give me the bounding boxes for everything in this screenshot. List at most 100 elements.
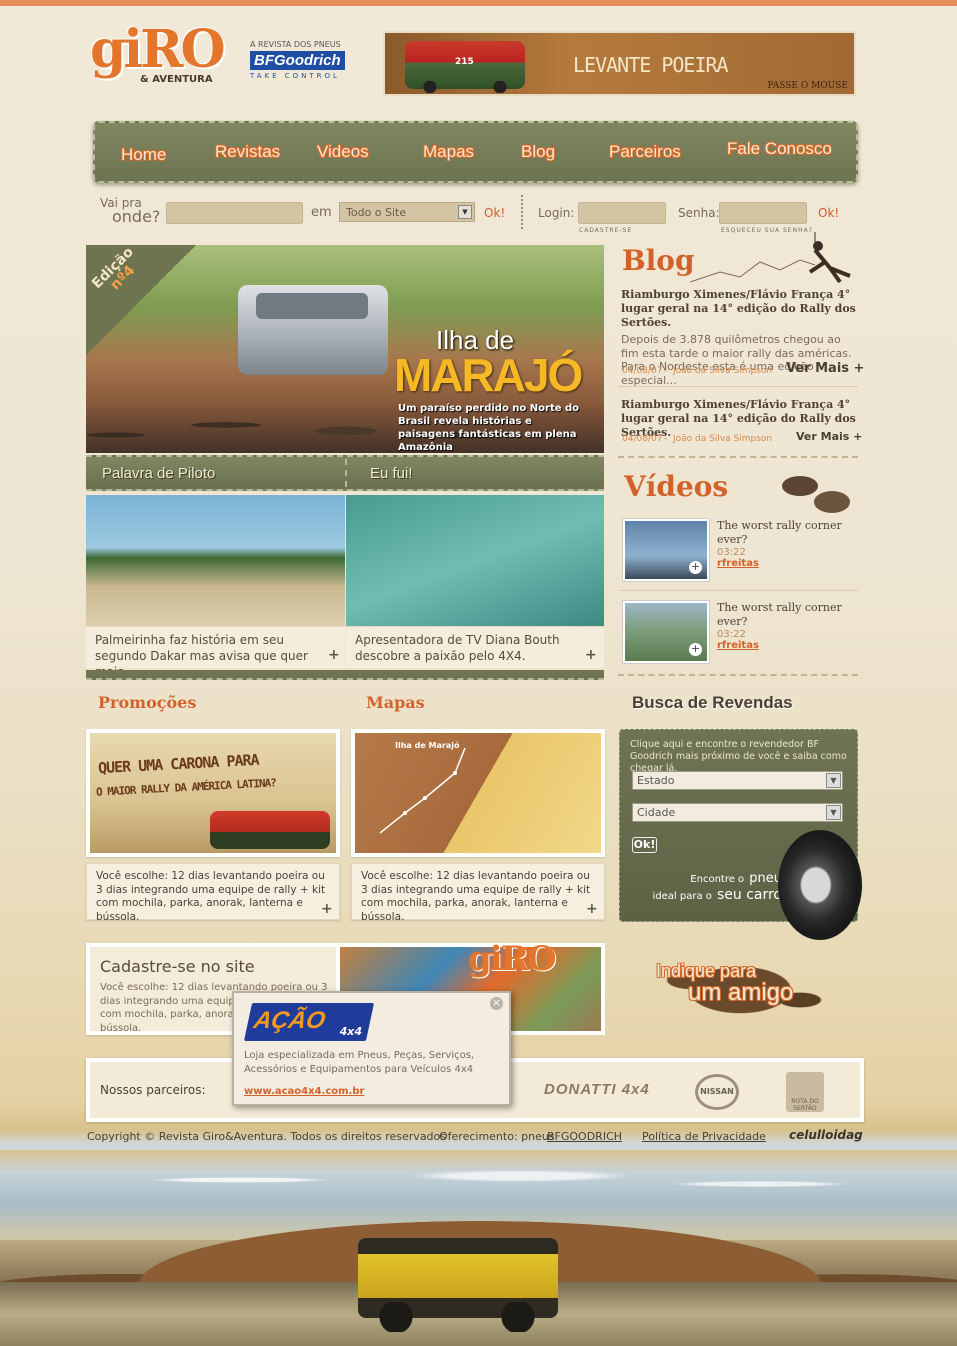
close-icon[interactable]: ×	[490, 997, 503, 1010]
section-bottom-bar	[86, 670, 604, 680]
search-scope-select[interactable]: Todo o Site ▼	[339, 202, 475, 222]
privacy-link[interactable]: Política de Privacidade	[642, 1130, 766, 1143]
tile-caption-left[interactable]: Palmeirinha faz história em seu segundo …	[86, 626, 345, 679]
magazine-logo: giRO	[468, 939, 557, 979]
plus-icon[interactable]: +	[585, 647, 597, 663]
indique-link[interactable]: Indique para um amigo	[656, 960, 793, 1005]
video-title[interactable]: The worst rally corner ever?	[717, 601, 857, 629]
video-user-link[interactable]: rfreitas	[717, 558, 857, 569]
video-time: 03:22	[717, 629, 746, 640]
blog-author[interactable]: João da Silva Simpson	[673, 366, 772, 376]
partner-rota-sertao[interactable]: ROTA DO SERTÃO	[786, 1072, 824, 1112]
tag-small: Encontre o	[690, 874, 745, 885]
popup-link[interactable]: www.acao4x4.com.br	[244, 1086, 364, 1097]
password-input[interactable]	[719, 202, 807, 224]
blog-item-title[interactable]: Riamburgo Ximenes/Flávio França 4° lugar…	[621, 288, 861, 330]
estado-value: Estado	[637, 774, 675, 787]
divider	[521, 195, 523, 229]
logo-subtext: & AVENTURA	[140, 74, 213, 85]
divider	[618, 590, 858, 591]
blog-heading[interactable]: Blog	[622, 244, 695, 277]
hero-feature[interactable]: Edição nº4 Ilha de MARAJÓ Um paraíso perd…	[86, 245, 604, 453]
videos-heading[interactable]: Vídeos	[624, 470, 728, 503]
search-input[interactable]	[166, 202, 303, 224]
blog-date: 04/08/07	[622, 366, 663, 376]
rally-car-image: 215	[405, 41, 525, 93]
divider	[618, 456, 858, 458]
nav-fale-conosco[interactable]: Fale Conosco	[727, 139, 832, 159]
plus-icon[interactable]: +	[586, 901, 598, 917]
section-eu-fui[interactable]: Eu fui!	[370, 465, 413, 482]
bfgoodrich-logo[interactable]: A REVISTA DOS PNEUS BFGoodrich TAKE CONT…	[250, 40, 360, 84]
top-banner[interactable]: 215 LEVANTE POEIRA PASSE O MOUSE	[383, 31, 856, 96]
banner-title: LEVANTE POEIRA	[573, 53, 729, 77]
mapas-heading[interactable]: Mapas	[366, 693, 425, 712]
search-in-label: em	[311, 205, 332, 220]
chevron-down-icon: ▼	[826, 805, 841, 820]
search-label-bottom: onde?	[112, 207, 161, 226]
partner-nissan[interactable]: NISSAN	[695, 1074, 739, 1110]
nav-videos[interactable]: Videos	[317, 142, 369, 162]
register-link[interactable]: CADASTRE-SE	[579, 227, 632, 234]
promo-banner[interactable]: QUER UMA CARONA PARA O MAIOR RALLY DA AM…	[86, 729, 340, 857]
ver-mais-link[interactable]: Ver Mais +	[796, 430, 862, 443]
revendas-intro[interactable]: Clique aqui e encontre o revendedor BF G…	[630, 739, 855, 775]
climber-icon	[690, 232, 851, 284]
promocoes-heading[interactable]: Promoções	[98, 693, 196, 712]
acao-logo[interactable]: AÇÃO 4x4	[243, 1003, 375, 1041]
revendas-ok-button[interactable]: Ok!	[632, 837, 657, 853]
nav-blog[interactable]: Blog	[521, 142, 555, 162]
nav-home[interactable]: Home	[121, 145, 166, 165]
hero-suv-image	[238, 285, 388, 375]
jeep-image	[358, 1238, 558, 1332]
cidade-value: Cidade	[637, 806, 676, 819]
tile-caption-text: Apresentadora de TV Diana Bouth descobre…	[355, 633, 560, 663]
cidade-select[interactable]: Cidade ▼	[632, 803, 843, 822]
tag-small: ideal para o	[652, 891, 712, 902]
video-item[interactable]: The worst rally corner ever? 03:22 rfrei…	[717, 601, 857, 651]
bfg-subtag: TAKE CONTROL	[250, 72, 340, 80]
nav-parceiros[interactable]: Parceiros	[609, 142, 681, 162]
search-ok-button[interactable]: Ok!	[484, 206, 505, 220]
promo-card[interactable]: Você escolhe: 12 dias levantando poeira …	[86, 863, 340, 923]
video-user-link[interactable]: rfreitas	[717, 640, 857, 651]
video-title[interactable]: The worst rally corner ever?	[717, 519, 857, 547]
hero-description: Um paraíso perdido no Norte do Brasil re…	[398, 403, 580, 453]
estado-select[interactable]: Estado ▼	[632, 771, 843, 790]
nav-revistas[interactable]: Revistas	[215, 142, 280, 162]
plus-icon[interactable]: +	[328, 647, 340, 663]
mapas-text: Você escolhe: 12 dias levantando poeira …	[361, 870, 591, 923]
plus-icon[interactable]: +	[689, 561, 702, 574]
footprint-icon	[782, 476, 850, 513]
partners-label: Nossos parceiros:	[100, 1083, 206, 1097]
video-item[interactable]: The worst rally corner ever? 03:22 rfrei…	[717, 519, 857, 569]
section-palavra-de-piloto[interactable]: Palavra de Piloto	[102, 465, 215, 482]
offer-brand-link[interactable]: BFGOODRICH	[547, 1130, 622, 1143]
ver-mais-link[interactable]: Ver Mais +	[786, 361, 864, 376]
bfg-brand: BFGoodrich	[250, 51, 345, 70]
giro-logo[interactable]: giRO & AVENTURA	[90, 19, 226, 98]
nav-mapas[interactable]: Mapas	[423, 142, 474, 162]
agency-credit[interactable]: celulloidag	[789, 1128, 863, 1142]
login-label: Login:	[538, 206, 575, 220]
revendas-heading: Busca de Revendas	[632, 693, 793, 712]
tile-image-beach[interactable]	[86, 495, 345, 626]
mapas-card[interactable]: Você escolhe: 12 dias levantando poeira …	[351, 863, 605, 923]
plus-icon[interactable]: +	[321, 901, 333, 917]
map-image[interactable]: Ilha de Marajó	[351, 729, 605, 857]
popup-text: Loja especializada em Pneus, Peças, Serv…	[244, 1050, 475, 1075]
login-ok-button[interactable]: Ok!	[818, 206, 839, 220]
divider	[618, 674, 858, 676]
logo-text: giRO	[90, 19, 226, 80]
blog-author[interactable]: João da Silva Simpson	[673, 434, 772, 444]
copyright: Copyright © Revista Giro&Aventura. Todos…	[87, 1130, 446, 1143]
plus-icon[interactable]: +	[689, 643, 702, 656]
login-input[interactable]	[578, 202, 666, 224]
tile-image-snorkel[interactable]	[346, 495, 604, 626]
map-route	[379, 747, 466, 834]
cadastre-heading[interactable]: Cadastre-se no site	[100, 957, 255, 976]
main-nav: Home Revistas Videos Mapas Blog Parceiro…	[93, 121, 858, 183]
tile-caption-right[interactable]: Apresentadora de TV Diana Bouth descobre…	[346, 626, 604, 668]
partner-donatti[interactable]: DONATTI 4x4	[544, 1081, 650, 1098]
blog-author-sep: -	[664, 434, 668, 444]
